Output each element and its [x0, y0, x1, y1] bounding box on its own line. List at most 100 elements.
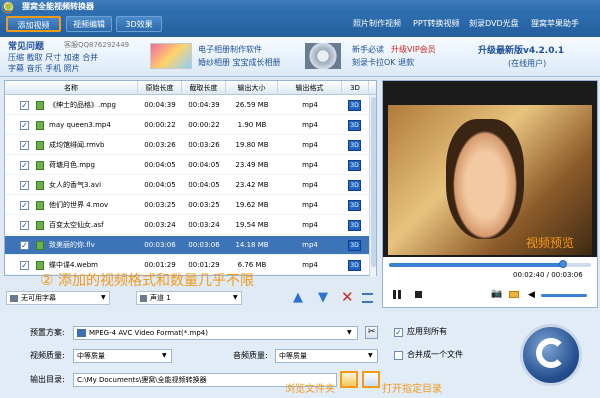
- list-toolbar: 无可用字幕 ▼ 声道 1 ▼ ▲ ▼ ✕: [4, 289, 377, 307]
- link-burn-dvd[interactable]: 刻录DVD光盘: [469, 18, 519, 30]
- open-folder-icon[interactable]: [362, 371, 380, 388]
- faq-link-cut[interactable]: 截取: [27, 53, 43, 62]
- row-checkbox[interactable]: ✓: [20, 241, 29, 250]
- 3d-toggle-icon[interactable]: 3D: [348, 260, 361, 271]
- table-row[interactable]: ✓ 百变太空仙女.asf 00:03:24 00:03:24 19.54 MB mp4 3D: [5, 216, 369, 235]
- promo-beginner[interactable]: 新手必读: [352, 44, 384, 55]
- tab-video-edit[interactable]: 视频编辑: [66, 16, 112, 32]
- subtitle-select[interactable]: 无可用字幕: [6, 291, 110, 305]
- cell-name: 荷塘月色.mpg: [49, 161, 95, 169]
- seek-bar[interactable]: [389, 260, 591, 268]
- merge-checkbox[interactable]: [394, 351, 403, 360]
- cell-cut: 00:03:24: [188, 221, 220, 229]
- promo-album-title[interactable]: 电子相册制作软件: [198, 44, 262, 55]
- 3d-toggle-icon[interactable]: 3D: [348, 120, 361, 131]
- 3d-toggle-icon[interactable]: 3D: [348, 140, 361, 151]
- browse-folder-icon[interactable]: [340, 371, 358, 388]
- volume-icon[interactable]: ◀: [528, 290, 535, 300]
- preset-dropdown-icon[interactable]: ▼: [347, 329, 352, 336]
- video-quality-dropdown-icon[interactable]: ▼: [162, 352, 167, 359]
- cell-size: 19.62 MB: [235, 201, 269, 209]
- version-label[interactable]: 升级最新版v4.2.0.1: [478, 43, 564, 56]
- audio-dropdown-icon[interactable]: ▼: [233, 294, 238, 301]
- dvd-icon: [305, 43, 341, 69]
- table-row[interactable]: ✓ 《绅士的品格》.mpg 00:04:39 00:04:39 26.59 MB mp4 3…: [5, 96, 369, 115]
- 3d-toggle-icon[interactable]: 3D: [348, 240, 361, 251]
- folder-icon[interactable]: [509, 291, 519, 298]
- tab-add-video[interactable]: 添加视频: [6, 16, 61, 32]
- subtitle-dropdown-icon[interactable]: ▼: [101, 294, 106, 301]
- audio-quality-select[interactable]: 中等质量: [275, 349, 378, 363]
- video-quality-value: 中等质量: [77, 352, 105, 360]
- faq-link-photo[interactable]: 照片: [64, 64, 80, 73]
- settings-tools-icon[interactable]: ✂: [365, 326, 378, 339]
- convert-button[interactable]: [520, 324, 582, 386]
- video-quality-select[interactable]: 中等质量: [73, 349, 172, 363]
- faq-link-phone[interactable]: 手机: [45, 64, 61, 73]
- audio-quality-value: 中等质量: [279, 352, 307, 360]
- row-checkbox[interactable]: ✓: [20, 121, 29, 130]
- 3d-toggle-icon[interactable]: 3D: [348, 180, 361, 191]
- row-checkbox[interactable]: ✓: [20, 141, 29, 150]
- table-row[interactable]: ✓ 成均馆绯闻.rmvb 00:03:26 00:03:26 19.80 MB mp4 3D: [5, 136, 369, 155]
- tab-3d-effect[interactable]: 3D效果: [116, 16, 162, 32]
- faq-link-subtitle[interactable]: 字幕: [8, 64, 24, 73]
- row-checkbox[interactable]: ✓: [20, 101, 29, 110]
- row-checkbox[interactable]: ✓: [20, 181, 29, 190]
- link-apple-helper[interactable]: 狸窝苹果助手: [531, 18, 579, 30]
- app-title: 狸窝全能视频转换器: [22, 2, 94, 11]
- faq-link-merge[interactable]: 合并: [82, 53, 98, 62]
- annotation-open-note: 打开指定目录: [382, 384, 442, 395]
- move-down-icon[interactable]: ▼: [318, 290, 328, 305]
- promo-vip[interactable]: 升级VIP会员: [391, 44, 436, 55]
- pause-icon[interactable]: [393, 290, 401, 299]
- col-name[interactable]: 名称: [5, 81, 138, 95]
- faq-link-music[interactable]: 音乐: [27, 64, 43, 73]
- row-checkbox[interactable]: ✓: [20, 261, 29, 270]
- 3d-toggle-icon[interactable]: 3D: [348, 100, 361, 111]
- faq-link-size[interactable]: 尺寸: [45, 53, 61, 62]
- promo-album-sub[interactable]: 婚纱相册 宝宝成长相册: [198, 57, 281, 68]
- snapshot-icon[interactable]: 📷: [491, 289, 502, 299]
- cell-name: may queen3.mp4: [49, 121, 111, 129]
- scrollbar-thumb[interactable]: [371, 97, 376, 267]
- table-row[interactable]: ✓ may queen3.mp4 00:00:22 00:00:22 1.90 MB mp…: [5, 116, 369, 135]
- audio-track-select[interactable]: 声道 1: [136, 291, 242, 305]
- audio-quality-dropdown-icon[interactable]: ▼: [368, 352, 373, 359]
- col-3d[interactable]: 3D: [342, 81, 369, 95]
- col-output-format[interactable]: 输出格式: [278, 81, 342, 95]
- volume-slider[interactable]: [541, 294, 587, 297]
- faq-link-speed[interactable]: 加速: [64, 53, 80, 62]
- seek-handle[interactable]: [558, 260, 567, 268]
- preset-select[interactable]: MPEG-4 AVC Video Format(*.mp4): [73, 326, 358, 340]
- faq-link-compress[interactable]: 压缩: [8, 53, 24, 62]
- table-row[interactable]: ✓ 荷塘月色.mpg 00:04:05 00:04:05 23.49 MB mp4 3D: [5, 156, 369, 175]
- cell-size: 23.49 MB: [235, 161, 269, 169]
- link-photo-to-video[interactable]: 照片制作视频: [353, 18, 401, 30]
- col-cut-length[interactable]: 截取长度: [182, 81, 226, 95]
- row-checkbox[interactable]: ✓: [20, 221, 29, 230]
- time-readout: 00:02:40 / 00:03:06: [513, 271, 583, 279]
- table-row[interactable]: ✓ 致美丽的你.flv 00:03:06 00:03:06 14.18 MB mp4 3D: [5, 236, 369, 255]
- table-row[interactable]: ✓ 女人的香气3.avi 00:04:05 00:04:05 23.42 MB mp4 3D: [5, 176, 369, 195]
- faq-title: 常见问题: [8, 42, 45, 52]
- 3d-toggle-icon[interactable]: 3D: [348, 200, 361, 211]
- video-file-icon: [36, 161, 44, 170]
- table-row[interactable]: ✓ 他们的世界 4.mov 00:03:25 00:03:25 19.62 MB mp4 3…: [5, 196, 369, 215]
- cell-size: 1.90 MB: [237, 121, 267, 129]
- file-list-scrollbar[interactable]: [369, 95, 376, 277]
- apply-all-checkbox[interactable]: ✓: [394, 328, 403, 337]
- row-checkbox[interactable]: ✓: [20, 201, 29, 210]
- col-orig-length[interactable]: 原始长度: [138, 81, 182, 95]
- 3d-toggle-icon[interactable]: 3D: [348, 220, 361, 231]
- delete-icon[interactable]: ✕: [341, 289, 354, 305]
- list-view-icon[interactable]: [362, 293, 373, 303]
- col-output-size[interactable]: 输出大小: [226, 81, 278, 95]
- link-ppt-to-video[interactable]: PPT转换视频: [413, 18, 460, 30]
- stop-icon[interactable]: [415, 291, 422, 298]
- promo-karaoke[interactable]: 刻录卡拉OK 退款: [352, 57, 414, 68]
- row-checkbox[interactable]: ✓: [20, 161, 29, 170]
- 3d-toggle-icon[interactable]: 3D: [348, 160, 361, 171]
- move-up-icon[interactable]: ▲: [293, 290, 303, 305]
- preview-face: [446, 119, 524, 239]
